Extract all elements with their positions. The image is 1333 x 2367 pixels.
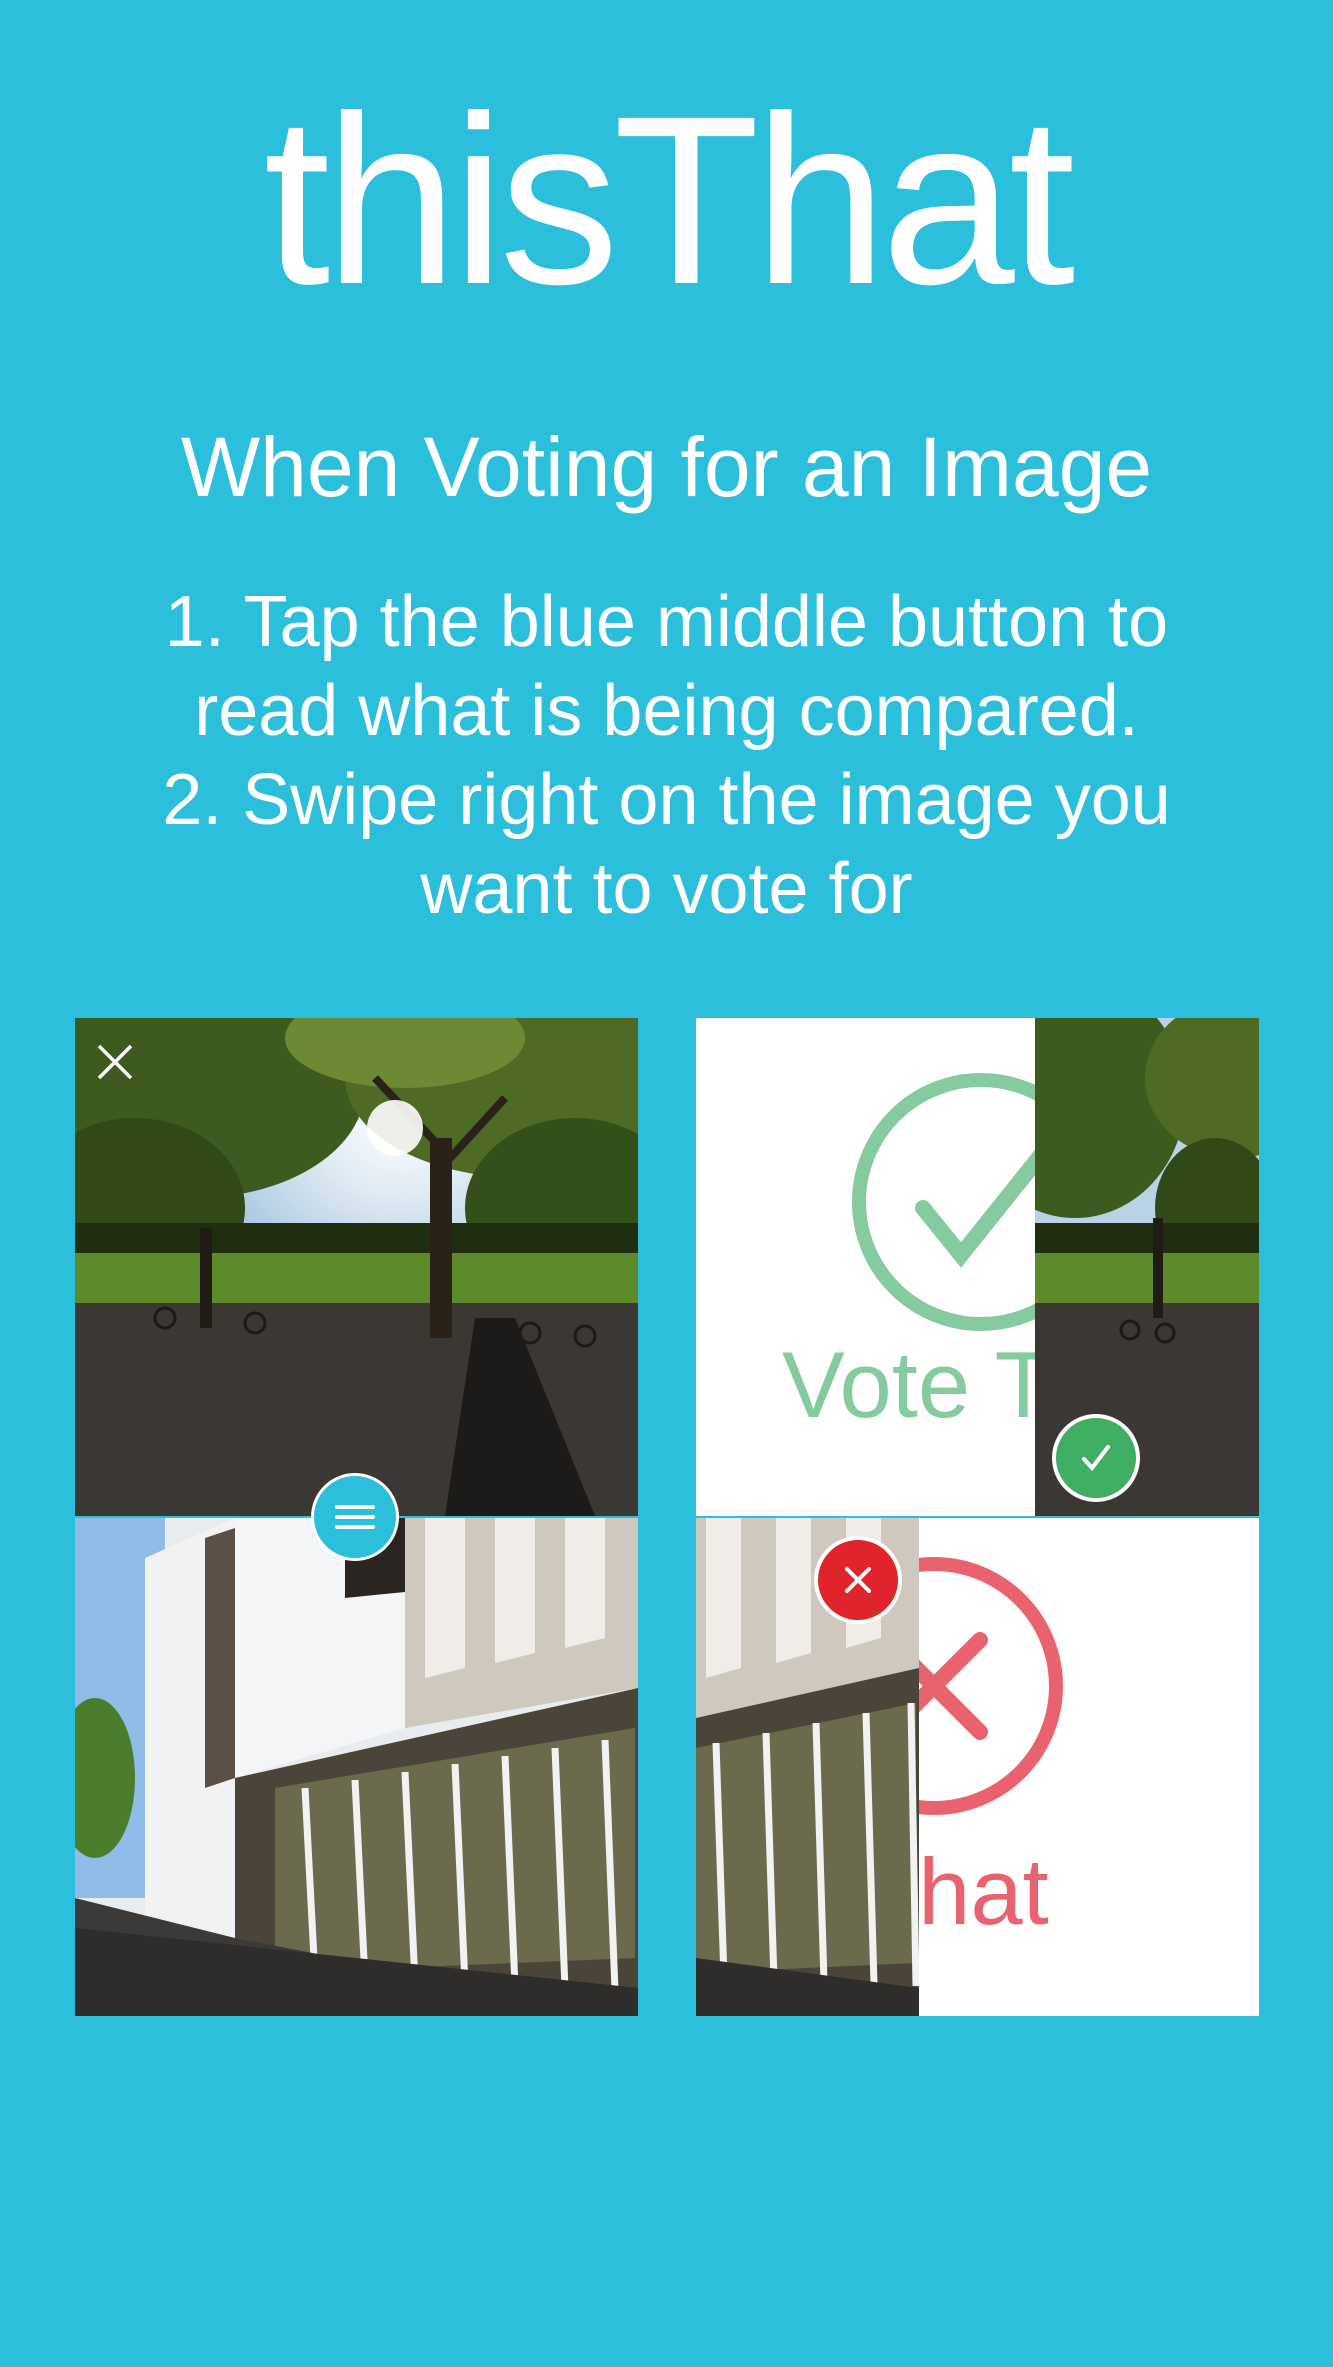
compare-info-button[interactable] (311, 1473, 399, 1561)
instruction-line: 1. Tap the blue middle button to (164, 582, 1169, 662)
x-icon (845, 1567, 871, 1593)
instruction-line: read what is being compared. (194, 671, 1139, 751)
vote-check-badge (1052, 1414, 1140, 1502)
voting-screen-example (75, 1018, 638, 2016)
instruction-line: want to vote for (420, 849, 913, 929)
check-icon (1082, 1445, 1110, 1472)
park-photo[interactable] (75, 1018, 638, 1516)
page-subtitle: When Voting for an Image (180, 420, 1153, 514)
instructions: 1. Tap the blue middle button to read wh… (80, 578, 1253, 934)
instruction-line: 2. Swipe right on the image you (162, 760, 1171, 840)
app-title: thisThat (263, 66, 1076, 334)
building-photo[interactable] (75, 1518, 638, 2016)
menu-icon (335, 1505, 375, 1529)
reject-x-badge (814, 1536, 902, 1624)
close-icon[interactable] (95, 1042, 135, 1082)
swipe-vote-example: Vote This Not That (696, 1018, 1259, 2016)
